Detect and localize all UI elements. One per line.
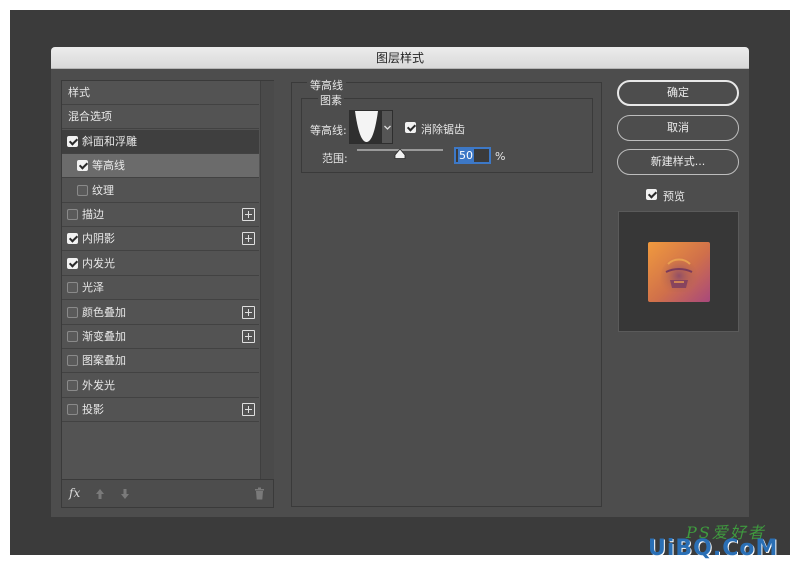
style-item-label: 图案叠加 [82, 354, 126, 368]
style-list-rows: 样式混合选项斜面和浮雕等高线纹理描边内阴影内发光光泽颜色叠加渐变叠加图案叠加外发… [62, 81, 259, 479]
style-item-label: 内发光 [82, 256, 115, 270]
style-item-color-overlay[interactable]: 颜色叠加 [62, 300, 259, 325]
fx-button[interactable]: fx [69, 486, 80, 500]
style-list: 样式混合选项斜面和浮雕等高线纹理描边内阴影内发光光泽颜色叠加渐变叠加图案叠加外发… [61, 80, 274, 508]
style-item-stroke[interactable]: 描边 [62, 203, 259, 227]
group-title: 图素 [318, 92, 344, 108]
style-item-checkbox[interactable] [67, 379, 78, 391]
add-effect-icon[interactable] [242, 208, 255, 221]
contour-curve-icon [350, 111, 381, 143]
chevron-down-icon [384, 125, 391, 130]
style-item-label: 渐变叠加 [82, 330, 126, 343]
style-item-checkbox[interactable] [77, 184, 88, 196]
style-item-checkbox[interactable] [77, 160, 88, 172]
style-item-gradient-overlay[interactable]: 渐变叠加 [62, 325, 259, 349]
style-preview [618, 211, 739, 332]
contour-label: 等高线: [310, 124, 347, 137]
range-slider-thumb[interactable] [394, 149, 406, 159]
antialias-label: 消除锯齿 [421, 123, 465, 136]
move-up-icon[interactable] [95, 488, 105, 500]
preview-checkbox[interactable] [646, 189, 657, 200]
add-effect-icon[interactable] [242, 232, 255, 246]
style-item-checkbox[interactable] [67, 257, 78, 269]
range-value: 50 [458, 149, 474, 162]
style-item-outer-glow[interactable]: 外发光 [62, 373, 259, 398]
section-title: 等高线 [307, 77, 346, 93]
contour-dropdown[interactable] [382, 110, 393, 144]
style-item-texture[interactable]: 纹理 [62, 178, 259, 203]
range-input[interactable]: 50 [454, 147, 491, 164]
style-item-satin[interactable]: 光泽 [62, 276, 259, 301]
style-item-checkbox[interactable] [67, 404, 78, 416]
style-item-checkbox[interactable] [67, 331, 78, 342]
style-item-label: 描边 [82, 208, 104, 221]
style-item-contour[interactable]: 等高线 [62, 154, 259, 179]
trash-icon[interactable] [254, 487, 265, 500]
add-effect-icon[interactable] [242, 330, 255, 343]
style-item-checkbox[interactable] [67, 355, 78, 367]
antialias-checkbox[interactable] [405, 122, 416, 133]
style-item-checkbox[interactable] [67, 209, 78, 220]
style-item-label: 内阴影 [82, 232, 115, 246]
add-effect-icon[interactable] [242, 403, 255, 417]
watermark: PS爱好者 UiBQ.CoM [648, 522, 796, 562]
style-item-label: 光泽 [82, 281, 104, 295]
contour-preview[interactable] [349, 110, 382, 144]
range-unit: % [495, 150, 506, 163]
preview-thumbnail [648, 242, 710, 302]
cancel-button[interactable]: 取消 [617, 115, 739, 141]
style-item-label: 样式 [68, 86, 90, 99]
style-item-styles[interactable]: 样式 [62, 81, 259, 105]
style-list-scrollbar[interactable] [260, 81, 274, 479]
range-label: 范围: [322, 152, 348, 165]
style-item-label: 纹理 [92, 183, 114, 197]
style-item-checkbox[interactable] [67, 135, 78, 147]
watermark-text: UiBQ.CoM [648, 536, 779, 561]
style-item-label: 投影 [82, 403, 104, 417]
style-item-blending-options[interactable]: 混合选项 [62, 105, 259, 130]
style-list-footer: fx [62, 479, 273, 507]
style-item-pattern-overlay[interactable]: 图案叠加 [62, 349, 259, 374]
style-item-label: 颜色叠加 [82, 305, 126, 319]
dialog-title: 图层样式 [51, 47, 749, 69]
style-item-drop-shadow[interactable]: 投影 [62, 398, 259, 423]
style-item-inner-shadow[interactable]: 内阴影 [62, 227, 259, 252]
style-item-bevel-emboss[interactable]: 斜面和浮雕 [62, 129, 259, 154]
add-effect-icon[interactable] [242, 305, 255, 319]
new-style-button[interactable]: 新建样式... [617, 149, 739, 175]
style-item-label: 外发光 [82, 378, 115, 392]
style-item-label: 等高线 [92, 159, 125, 173]
style-item-checkbox[interactable] [67, 233, 78, 245]
style-item-label: 斜面和浮雕 [82, 134, 137, 148]
preview-label: 预览 [663, 190, 685, 203]
style-item-checkbox[interactable] [67, 306, 78, 318]
ok-button[interactable]: 确定 [617, 80, 739, 106]
style-item-inner-glow[interactable]: 内发光 [62, 251, 259, 276]
style-item-label: 混合选项 [68, 110, 112, 124]
move-down-icon[interactable] [120, 488, 130, 500]
style-item-checkbox[interactable] [67, 282, 78, 294]
